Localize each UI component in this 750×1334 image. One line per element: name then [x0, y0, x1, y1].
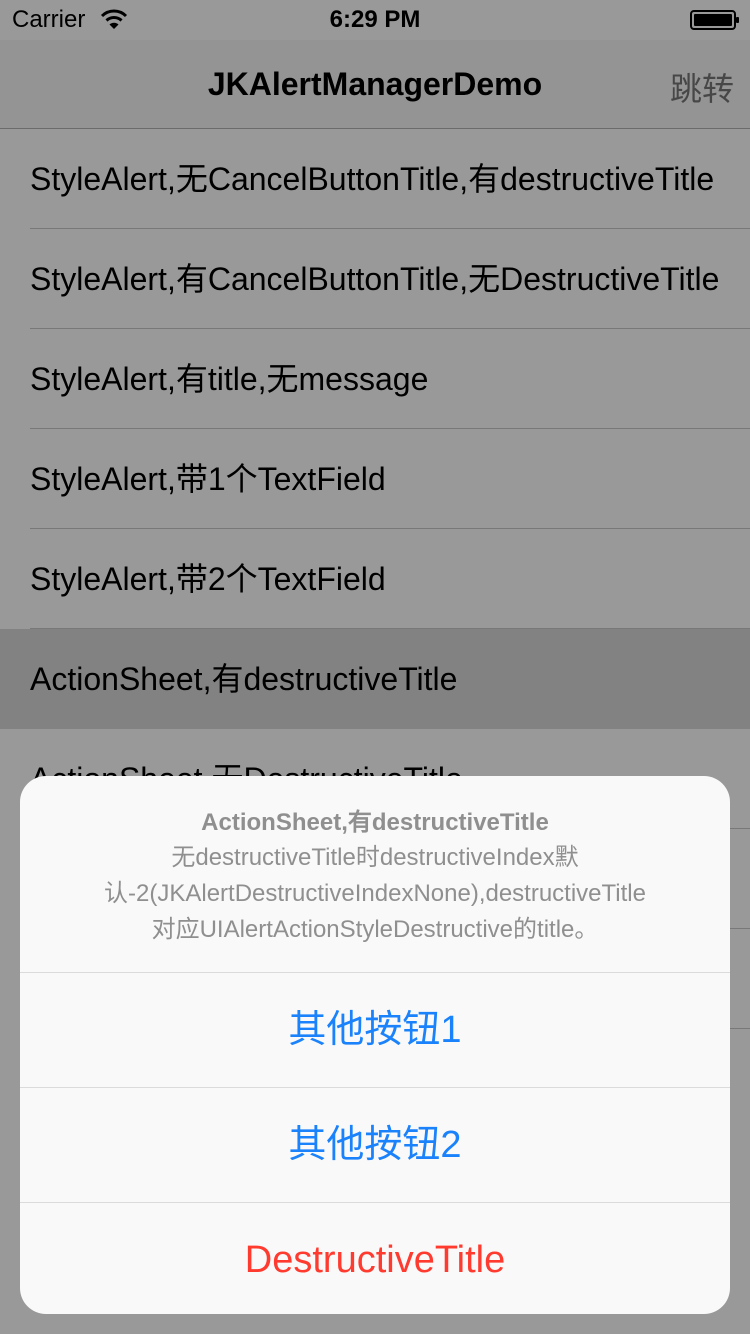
message-line: 认-2(JKAlertDestructiveIndexNone),destruc… [104, 880, 646, 907]
action-sheet-header: ActionSheet,有destructiveTitle 无destructi… [20, 776, 730, 972]
other-button-2[interactable]: 其他按钮2 [20, 1087, 730, 1202]
destructive-button[interactable]: DestructiveTitle [20, 1202, 730, 1314]
message-line: 无destructiveTitle时destructiveIndex默 [171, 844, 579, 871]
action-sheet: ActionSheet,有destructiveTitle 无destructi… [20, 776, 730, 1314]
screen: Carrier 6:29 PM JKAlertManagerDemo 跳转 St… [0, 0, 750, 1334]
action-sheet-title: ActionSheet,有destructiveTitle [201, 809, 549, 836]
action-sheet-message: 无destructiveTitle时destructiveIndex默 认-2(… [55, 840, 695, 948]
other-button-1[interactable]: 其他按钮1 [20, 972, 730, 1087]
message-line: 对应UIAlertActionStyleDestructive的title。 [151, 916, 599, 943]
